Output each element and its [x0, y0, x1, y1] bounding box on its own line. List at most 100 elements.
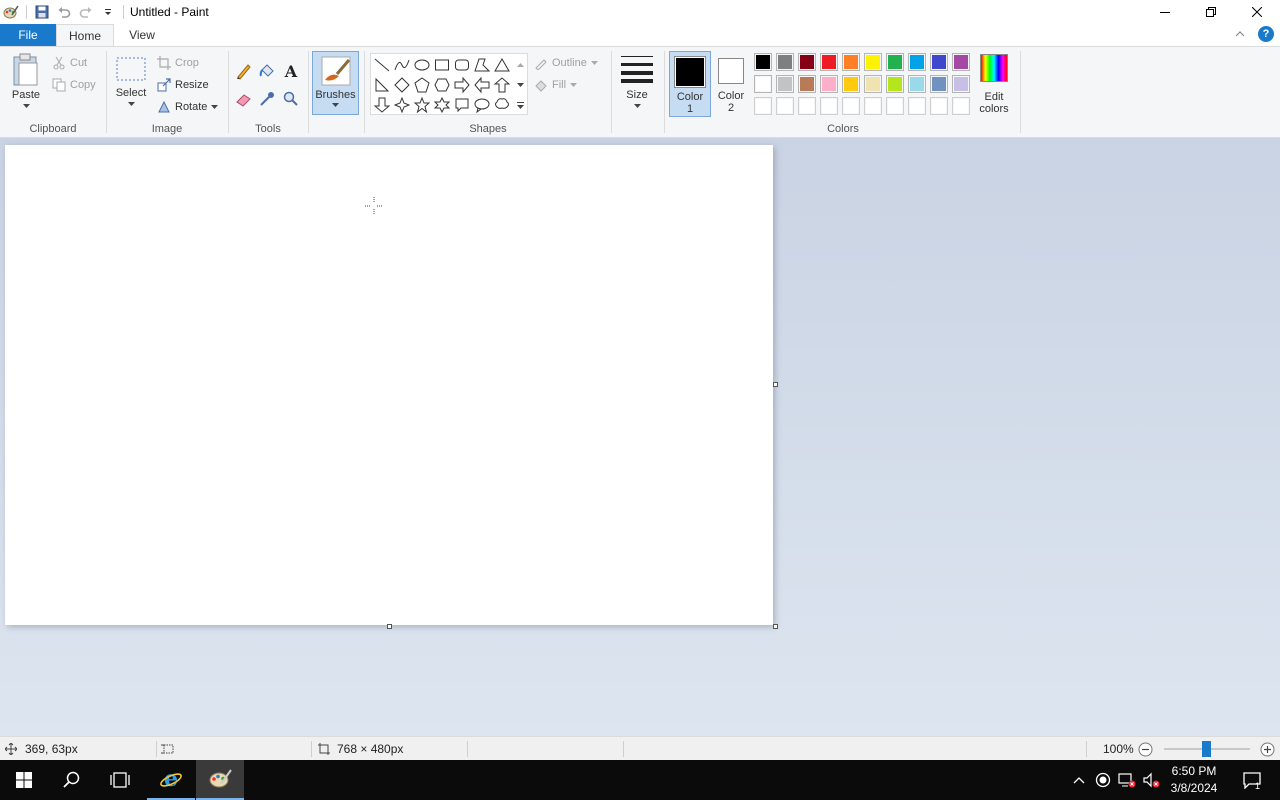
palette-swatch[interactable]	[908, 75, 926, 93]
pentagon-shape-icon[interactable]	[412, 75, 432, 95]
tab-home[interactable]: Home	[56, 24, 114, 46]
shapes-expand-icon[interactable]	[514, 96, 526, 114]
palette-swatch[interactable]	[820, 97, 838, 115]
palette-swatch[interactable]	[776, 75, 794, 93]
left-arrow-shape-icon[interactable]	[472, 75, 492, 95]
resize-handle-corner[interactable]	[773, 624, 778, 629]
taskbar-paint[interactable]	[196, 760, 244, 800]
curve-shape-icon[interactable]	[392, 55, 412, 75]
undo-icon[interactable]	[53, 1, 75, 23]
fill-button[interactable]: Fill	[534, 75, 578, 95]
triangle-shape-icon[interactable]	[492, 55, 512, 75]
right-arrow-shape-icon[interactable]	[452, 75, 472, 95]
palette-swatch[interactable]	[864, 97, 882, 115]
resize-handle-bottom[interactable]	[387, 624, 392, 629]
minimize-button[interactable]	[1142, 0, 1188, 24]
paste-button[interactable]: Paste	[6, 51, 46, 117]
resize-handle-right[interactable]	[773, 382, 778, 387]
palette-swatch[interactable]	[776, 53, 794, 71]
palette-swatch[interactable]	[864, 75, 882, 93]
paint-app-icon[interactable]	[0, 1, 22, 23]
palette-swatch[interactable]	[952, 75, 970, 93]
diamond-shape-icon[interactable]	[392, 75, 412, 95]
six-point-star-shape-icon[interactable]	[432, 95, 452, 115]
taskbar-clock[interactable]: 6:50 PM 3/8/2024	[1162, 763, 1226, 797]
palette-swatch[interactable]	[886, 97, 904, 115]
eraser-icon[interactable]	[233, 88, 255, 110]
palette-swatch[interactable]	[754, 53, 772, 71]
zoom-in-button[interactable]	[1260, 737, 1275, 761]
palette-swatch[interactable]	[952, 53, 970, 71]
text-icon[interactable]: A	[280, 60, 302, 82]
palette-swatch[interactable]	[842, 75, 860, 93]
action-center-button[interactable]: 1	[1234, 760, 1270, 800]
rectangle-shape-icon[interactable]	[432, 55, 452, 75]
start-button[interactable]	[0, 760, 48, 800]
cut-button[interactable]: Cut	[52, 53, 87, 73]
search-button[interactable]	[48, 760, 96, 800]
palette-swatch[interactable]	[798, 97, 816, 115]
four-point-star-shape-icon[interactable]	[392, 95, 412, 115]
right-triangle-shape-icon[interactable]	[372, 75, 392, 95]
palette-swatch[interactable]	[820, 75, 838, 93]
palette-swatch[interactable]	[842, 97, 860, 115]
hexagon-shape-icon[interactable]	[432, 75, 452, 95]
color2-button[interactable]: Color 2	[712, 51, 750, 117]
taskbar-internet-explorer[interactable]: e	[147, 760, 195, 800]
cloud-callout-shape-icon[interactable]	[492, 95, 512, 115]
palette-swatch[interactable]	[930, 53, 948, 71]
palette-swatch[interactable]	[886, 53, 904, 71]
outline-button[interactable]: Outline	[534, 53, 598, 73]
customize-qat-icon[interactable]	[97, 1, 119, 23]
fill-bucket-icon[interactable]	[256, 60, 278, 82]
palette-swatch[interactable]	[930, 97, 948, 115]
task-view-button[interactable]	[96, 760, 144, 800]
shapes-scroll-up-icon[interactable]	[514, 56, 526, 74]
oval-shape-icon[interactable]	[412, 55, 432, 75]
rounded-rectangle-shape-icon[interactable]	[452, 55, 472, 75]
palette-swatch[interactable]	[952, 97, 970, 115]
network-icon[interactable]	[1115, 760, 1139, 800]
tab-view[interactable]: View	[114, 24, 170, 46]
copy-button[interactable]: Copy	[52, 75, 96, 95]
palette-swatch[interactable]	[754, 97, 772, 115]
rounded-callout-shape-icon[interactable]	[452, 95, 472, 115]
shapes-scroll-down-icon[interactable]	[514, 76, 526, 94]
magnifier-icon[interactable]	[280, 88, 302, 110]
palette-swatch[interactable]	[930, 75, 948, 93]
oval-callout-shape-icon[interactable]	[472, 95, 492, 115]
pencil-icon[interactable]	[233, 60, 255, 82]
save-icon[interactable]	[31, 1, 53, 23]
palette-swatch[interactable]	[776, 97, 794, 115]
volume-icon[interactable]	[1140, 760, 1162, 800]
palette-swatch[interactable]	[864, 53, 882, 71]
down-arrow-shape-icon[interactable]	[372, 95, 392, 115]
collapse-ribbon-icon[interactable]	[1232, 26, 1248, 42]
line-shape-icon[interactable]	[372, 55, 392, 75]
edit-colors-button[interactable]: Edit colors	[974, 51, 1014, 117]
zoom-slider-thumb[interactable]	[1202, 741, 1211, 757]
tab-file[interactable]: File	[0, 24, 56, 46]
polygon-shape-icon[interactable]	[472, 55, 492, 75]
help-icon[interactable]: ?	[1258, 26, 1274, 42]
color1-button[interactable]: Color 1	[669, 51, 711, 117]
zoom-out-button[interactable]	[1138, 737, 1153, 761]
size-button[interactable]: Size	[616, 51, 658, 117]
up-arrow-shape-icon[interactable]	[492, 75, 512, 95]
brushes-button[interactable]: Brushes	[312, 51, 359, 115]
five-point-star-shape-icon[interactable]	[412, 95, 432, 115]
tray-record-icon[interactable]	[1092, 760, 1114, 800]
color-picker-icon[interactable]	[256, 88, 278, 110]
restore-button[interactable]	[1188, 0, 1234, 24]
palette-swatch[interactable]	[798, 75, 816, 93]
palette-swatch[interactable]	[908, 97, 926, 115]
crop-button[interactable]: Crop	[157, 53, 199, 73]
select-button[interactable]: Select	[113, 51, 149, 117]
palette-swatch[interactable]	[754, 75, 772, 93]
drawing-canvas[interactable]	[5, 145, 773, 625]
palette-swatch[interactable]	[798, 53, 816, 71]
redo-icon[interactable]	[75, 1, 97, 23]
palette-swatch[interactable]	[886, 75, 904, 93]
palette-swatch[interactable]	[820, 53, 838, 71]
close-button[interactable]	[1234, 0, 1280, 24]
